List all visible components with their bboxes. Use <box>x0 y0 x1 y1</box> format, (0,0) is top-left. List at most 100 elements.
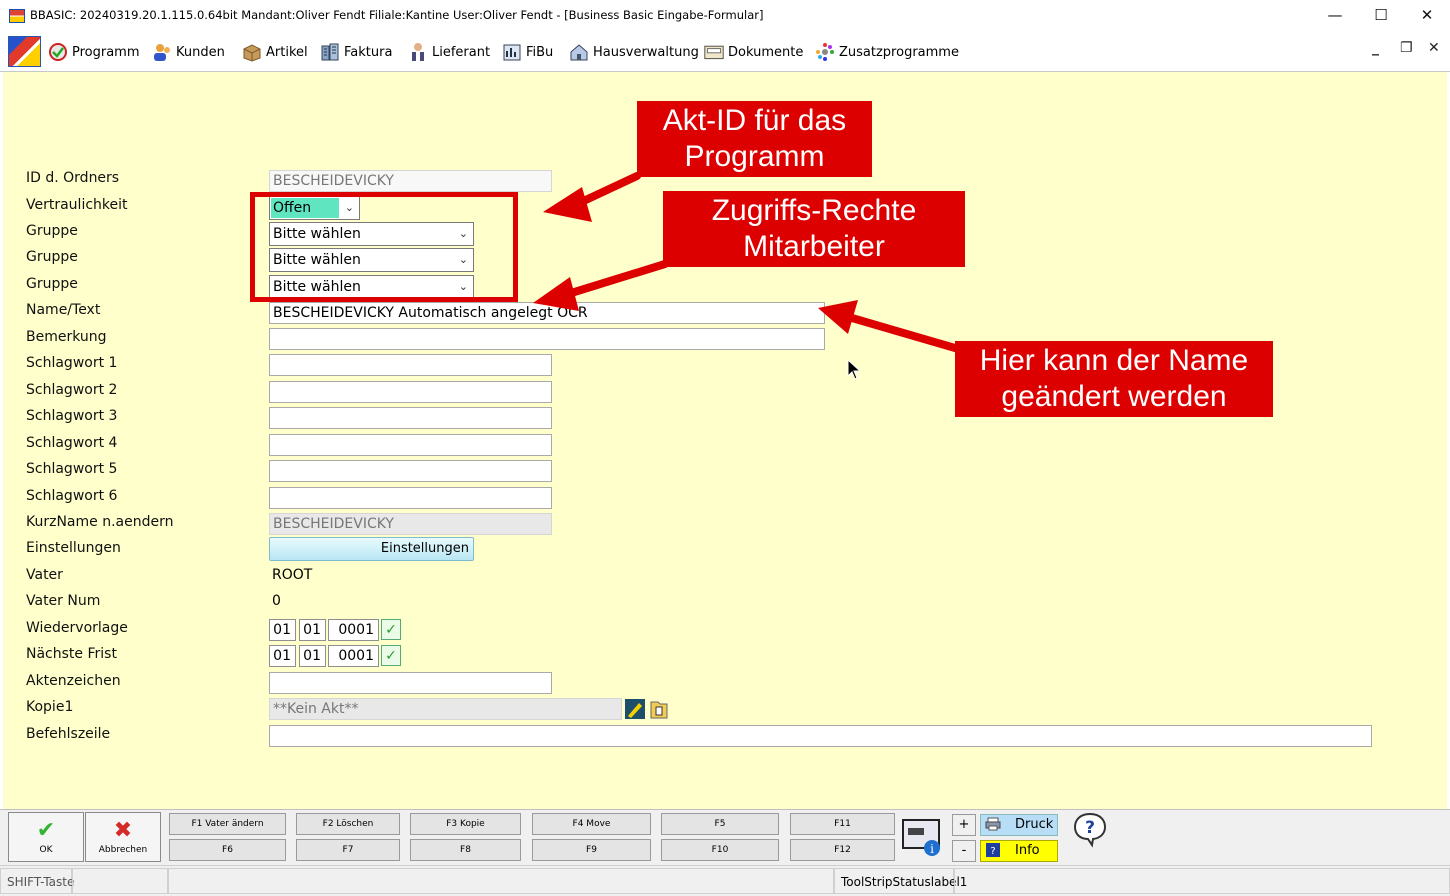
help-icon[interactable]: ? <box>1072 812 1108 848</box>
menu-label: Faktura <box>344 44 393 60</box>
bemerkung-input[interactable] <box>269 328 825 350</box>
schlagwort-3-input[interactable] <box>269 407 552 429</box>
f6-button[interactable]: F6 <box>169 839 286 861</box>
minimize-button[interactable]: — <box>1312 0 1358 32</box>
name-text-input[interactable]: BESCHEIDEVICKY Automatisch angelegt OCR <box>269 302 825 324</box>
schlagwort-2-input[interactable] <box>269 381 552 403</box>
label-ordner-id: ID d. Ordners <box>26 170 120 186</box>
mouse-cursor-icon <box>847 359 862 380</box>
cancel-label: Abbrechen <box>98 845 148 855</box>
schlagwort-6-input[interactable] <box>269 487 552 509</box>
house-icon <box>570 44 588 61</box>
menu-item-kunden[interactable]: Kunden <box>152 38 225 66</box>
mdi-minimize-button[interactable]: _ <box>1372 40 1379 56</box>
cancel-button[interactable]: ✖ Abbrechen <box>85 812 161 862</box>
f3-button[interactable]: F3 Kopie <box>410 813 521 835</box>
kurzname-field: BESCHEIDEVICKY <box>269 513 552 535</box>
menu-label: Kunden <box>176 44 225 60</box>
ok-button[interactable]: ✔ OK <box>8 812 84 862</box>
label-vater-num: Vater Num <box>26 593 101 609</box>
app-icon <box>9 9 25 23</box>
f7-button[interactable]: F7 <box>296 839 400 861</box>
einstellungen-button[interactable]: Einstellungen <box>269 537 474 561</box>
f12-button[interactable]: F12 <box>790 839 895 861</box>
label-naechste-frist: Nächste Frist <box>26 646 117 662</box>
label-kopie1: Kopie1 <box>26 699 74 715</box>
calendar-check-icon[interactable]: ✓ <box>381 619 401 640</box>
menu-label: Lieferant <box>432 44 491 60</box>
f10-button[interactable]: F10 <box>661 839 779 861</box>
schlagwort-5-input[interactable] <box>269 460 552 482</box>
label-schlagwort-6: Schlagwort 6 <box>26 488 118 504</box>
menu-item-programm[interactable]: Programm <box>48 38 140 66</box>
title-bar: BBASIC: 20240319.20.1.115.0.64bit Mandan… <box>0 0 1450 32</box>
invoice-icon <box>321 43 339 61</box>
label-name: Name/Text <box>26 302 101 318</box>
accounting-icon <box>503 44 521 61</box>
menu-item-zusatzprogramme[interactable]: Zusatzprogramme <box>815 38 959 66</box>
menu-label: FiBu <box>526 44 554 60</box>
form-area: ID d. Ordners Vertraulichkeit Gruppe Gru… <box>3 72 1447 809</box>
vater-value: ROOT <box>272 567 313 583</box>
f2-button[interactable]: F2 Löschen <box>296 813 400 835</box>
naechste-frist-year[interactable]: 0001 <box>328 645 379 667</box>
svg-text:?: ? <box>990 846 995 857</box>
menu-item-hausverwaltung[interactable]: Hausverwaltung <box>569 38 699 66</box>
label-vater: Vater <box>26 567 63 583</box>
schlagwort-4-input[interactable] <box>269 434 552 456</box>
check-icon: ✔ <box>36 818 56 843</box>
wiedervorlage-year[interactable]: 0001 <box>328 619 379 641</box>
label-schlagwort-2: Schlagwort 2 <box>26 382 118 398</box>
wiedervorlage-day[interactable]: 01 <box>269 619 296 641</box>
zoom-plus-button[interactable]: + <box>952 814 976 836</box>
label-wiedervorlage: Wiedervorlage <box>26 620 128 636</box>
naechste-frist-month[interactable]: 01 <box>299 645 326 667</box>
info-button[interactable]: ? Info <box>980 840 1058 862</box>
vater-num-value: 0 <box>272 593 281 609</box>
f11-button[interactable]: F11 <box>790 813 895 835</box>
naechste-frist-day[interactable]: 01 <box>269 645 296 667</box>
menu-item-fibu[interactable]: FiBu <box>502 38 553 66</box>
status-bar: SHIFT-Taste ToolStripStatuslabel1 <box>0 865 1450 896</box>
status-panel-empty-3 <box>954 868 1450 894</box>
mdi-restore-button[interactable]: ❐ <box>1400 40 1413 56</box>
status-shift-key: SHIFT-Taste <box>0 868 74 894</box>
mdi-close-button[interactable]: ✕ <box>1428 40 1440 56</box>
menu-item-lieferant[interactable]: Lieferant <box>408 38 490 66</box>
label-vertraulichkeit: Vertraulichkeit <box>26 197 128 213</box>
maximize-button[interactable]: ☐ <box>1358 0 1404 32</box>
label-befehlszeile: Befehlszeile <box>26 726 111 742</box>
f5-button[interactable]: F5 <box>661 813 779 835</box>
menu-item-artikel[interactable]: Artikel <box>242 38 308 66</box>
open-folder-icon[interactable] <box>648 698 670 720</box>
supplier-icon <box>412 43 424 61</box>
ok-label: OK <box>39 845 53 855</box>
befehlszeile-input[interactable] <box>269 725 1372 747</box>
keyboard-info-icon[interactable]: i <box>902 816 942 858</box>
label-gruppe-2: Gruppe <box>26 249 78 265</box>
schlagwort-1-input[interactable] <box>269 354 552 376</box>
druck-button[interactable]: Druck <box>980 814 1058 836</box>
status-panel-empty-2 <box>168 868 834 894</box>
menu-bar: Programm Kunden Artikel Faktura Lieferan… <box>0 32 1450 72</box>
close-button[interactable]: ✕ <box>1404 0 1450 32</box>
calendar-check-icon[interactable]: ✓ <box>381 645 401 666</box>
bbasic-logo-icon[interactable] <box>8 36 41 67</box>
zoom-minus-button[interactable]: - <box>952 840 976 862</box>
f9-button[interactable]: F9 <box>532 839 651 861</box>
menu-item-faktura[interactable]: Faktura <box>320 38 392 66</box>
f8-button[interactable]: F8 <box>410 839 521 861</box>
edit-folder-icon[interactable] <box>624 698 646 720</box>
close-icon: ✖ <box>113 818 133 843</box>
menu-label: Dokumente <box>728 44 804 60</box>
wiedervorlage-month[interactable]: 01 <box>299 619 326 641</box>
menu-item-dokumente[interactable]: Dokumente <box>704 38 803 66</box>
f1-button[interactable]: F1 Vater ändern <box>169 813 286 835</box>
label-gruppe-3: Gruppe <box>26 276 78 292</box>
label-bemerkung: Bemerkung <box>26 329 107 345</box>
f4-button[interactable]: F4 Move <box>532 813 651 835</box>
status-panel-empty-1 <box>72 868 168 894</box>
aktenzeichen-input[interactable] <box>269 672 552 694</box>
label-aktenzeichen: Aktenzeichen <box>26 673 121 689</box>
label-schlagwort-5: Schlagwort 5 <box>26 461 118 477</box>
